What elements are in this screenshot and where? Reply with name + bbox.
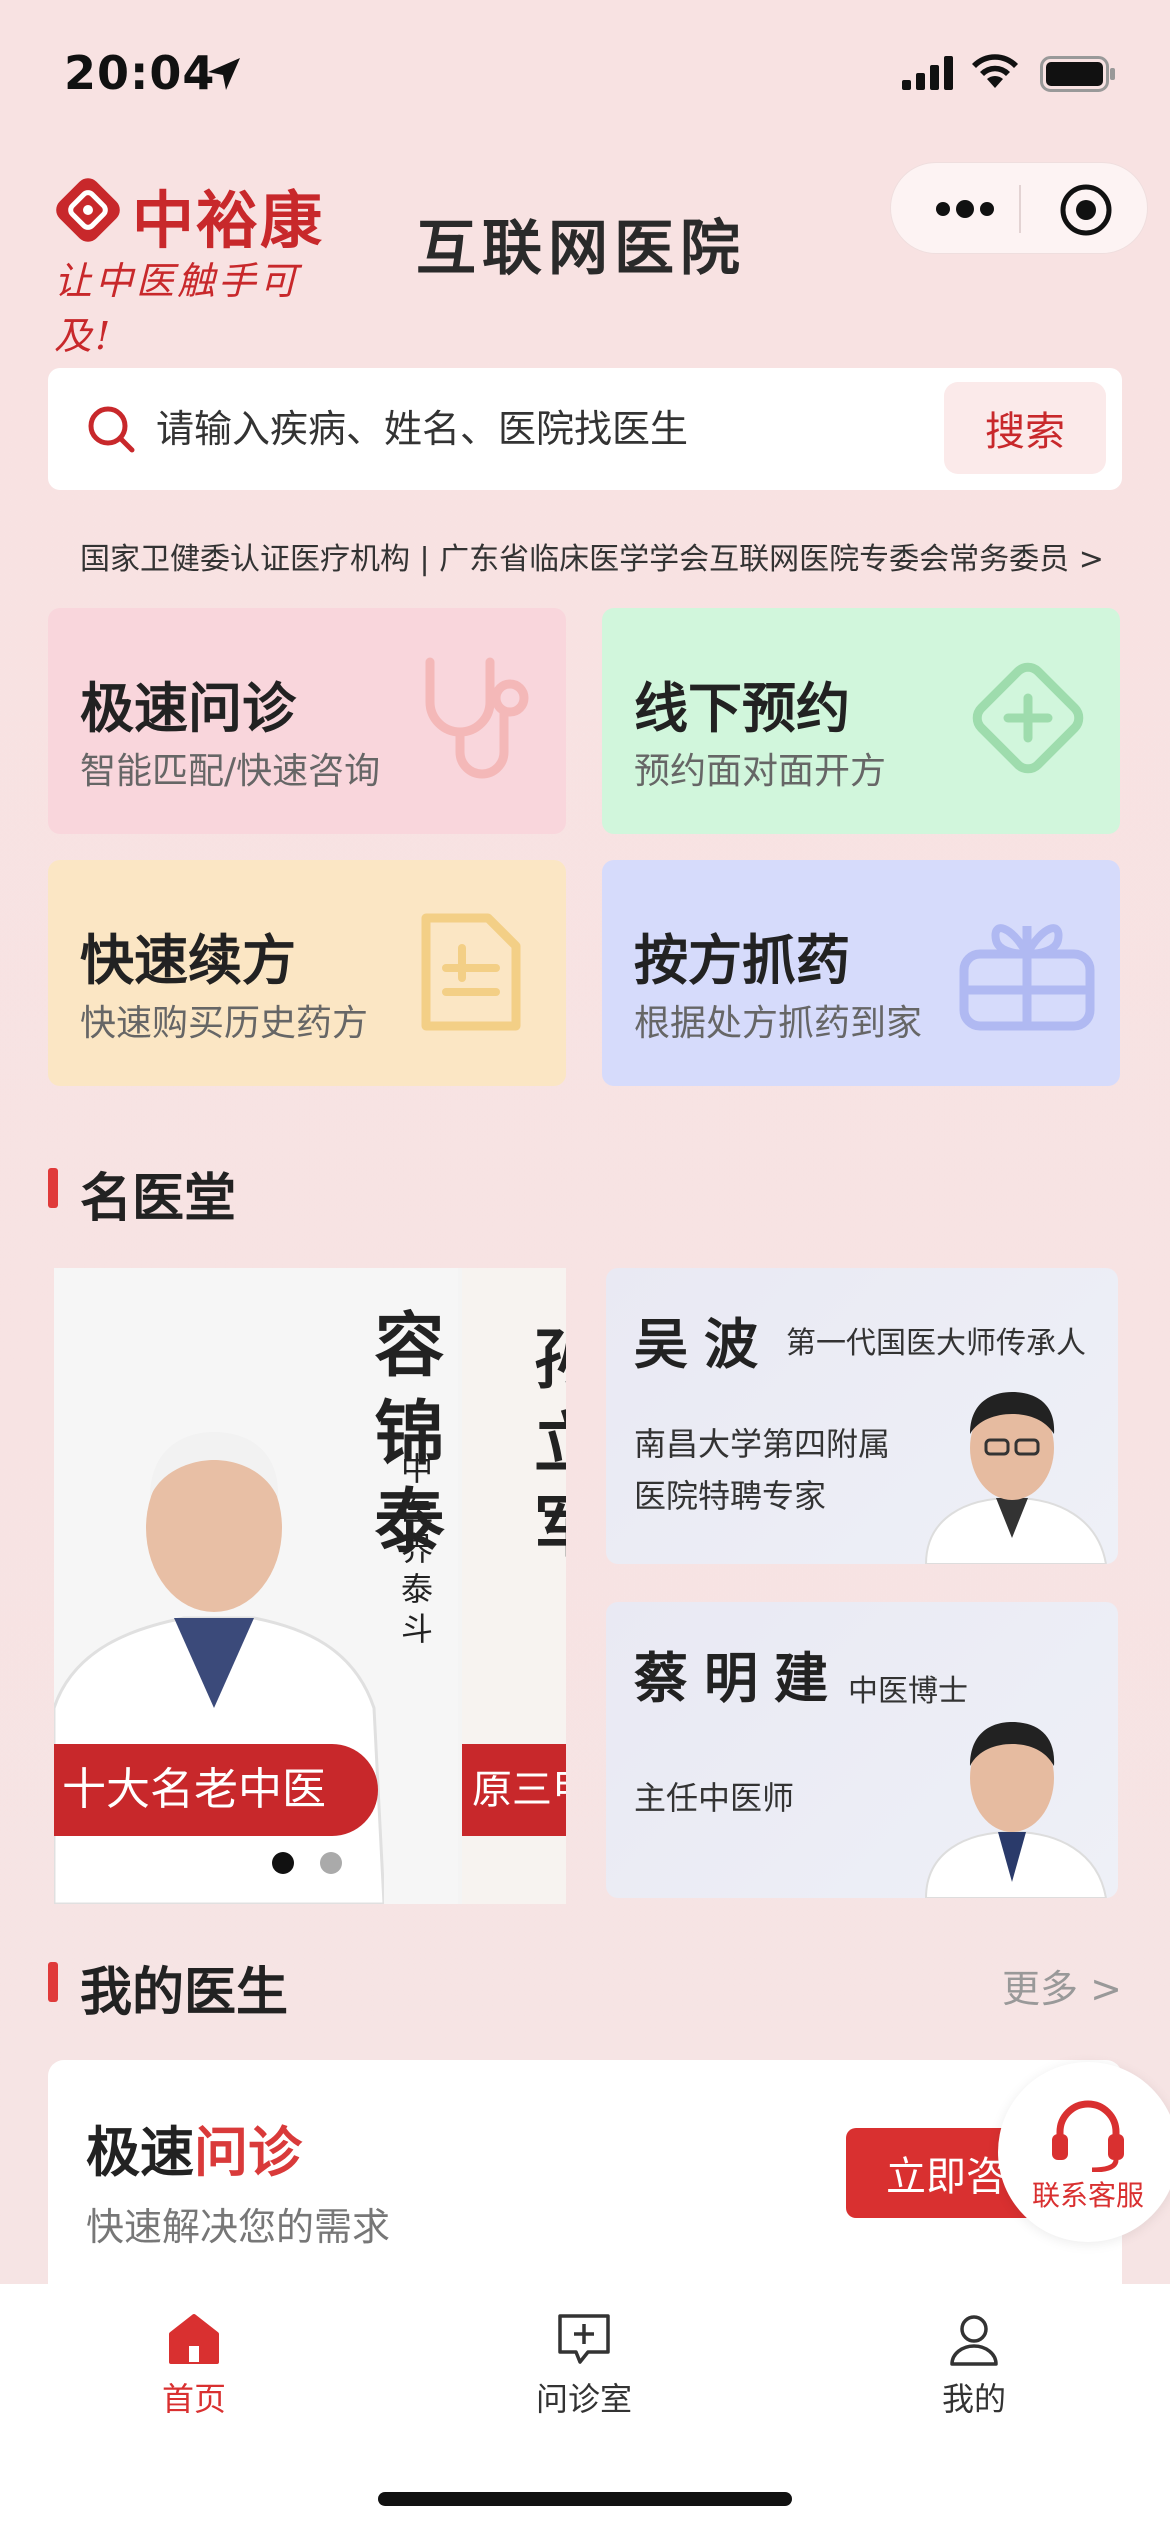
tab-label: 首页 bbox=[161, 2380, 226, 2418]
brand-logo: 中裕康 让中医触手可及! bbox=[52, 170, 352, 358]
doctor-portrait bbox=[924, 1392, 1108, 1564]
doctor-desc-line: 医院特聘专家 bbox=[634, 1477, 827, 1515]
status-time: 20:04 bbox=[64, 46, 216, 100]
doctor-desc-line: 南昌大学第四附属 bbox=[634, 1425, 891, 1463]
close-miniprogram-icon[interactable] bbox=[1059, 183, 1113, 237]
quick-consult-subtitle: 快速解决您的需求 bbox=[86, 2205, 391, 2249]
tab-label: 我的 bbox=[941, 2380, 1006, 2418]
logo-slogan: 让中医触手可及! bbox=[54, 259, 301, 358]
customer-service-button[interactable]: 联系客服 bbox=[998, 2062, 1170, 2242]
quick-consult-title-b: 问诊 bbox=[194, 2121, 302, 2184]
carousel-slide[interactable]: 容锦泰 中医界泰斗 十大名老中医 bbox=[54, 1268, 458, 1904]
service-subtitle: 根据处方抓药到家 bbox=[634, 1003, 923, 1044]
carousel-dot-active[interactable] bbox=[272, 1852, 294, 1874]
service-title: 快速续方 bbox=[80, 929, 296, 992]
service-card-prescription-fill[interactable]: 按方抓药 根据处方抓药到家 bbox=[602, 860, 1120, 1086]
tab-home[interactable]: 首页 bbox=[94, 2312, 294, 2442]
banner-doctor-subtitle: 中医界泰斗 bbox=[396, 1452, 434, 1652]
service-subtitle: 预约面对面开方 bbox=[634, 751, 887, 792]
doctor-name: 蔡明建 bbox=[634, 1646, 844, 1710]
famous-doctor-carousel[interactable]: 容锦泰 中医界泰斗 十大名老中医 孙立军 原三甲 bbox=[54, 1268, 566, 1904]
more-dots-icon[interactable] bbox=[925, 191, 1005, 227]
doctor-portrait bbox=[924, 1722, 1108, 1898]
logo-mark-icon bbox=[56, 178, 120, 242]
my-doctor-more-link[interactable]: 更多 > bbox=[1002, 1958, 1122, 2013]
capsule-divider bbox=[1019, 185, 1021, 233]
cellular-signal-icon bbox=[902, 56, 953, 90]
doctor-desc-line: 主任中医师 bbox=[634, 1779, 795, 1817]
user-icon bbox=[950, 2315, 998, 2366]
carousel-dot[interactable] bbox=[320, 1852, 342, 1874]
quick-consult-title-a: 极速 bbox=[86, 2121, 194, 2184]
quick-consult-card[interactable]: 极速问诊 快速解决您的需求 立即咨 bbox=[48, 2060, 1122, 2300]
carousel-slide[interactable]: 孙立军 原三甲 bbox=[462, 1268, 566, 1904]
service-card-offline-appointment[interactable]: 线下预约 预约面对面开方 bbox=[602, 608, 1120, 834]
banner-doctor-name: 孙立军 bbox=[523, 1324, 566, 1576]
wifi-icon bbox=[972, 54, 1018, 88]
gift-icon bbox=[959, 924, 1095, 1031]
search-button[interactable]: 搜索 bbox=[944, 382, 1106, 474]
tab-consult-room[interactable]: 问诊室 bbox=[484, 2312, 684, 2442]
famous-doctors-title: 名医堂 bbox=[80, 1169, 237, 1229]
quick-consult-title: 极速问诊 bbox=[86, 2108, 302, 2187]
document-icon bbox=[421, 913, 521, 1031]
doctor-card[interactable]: 吴波 第一代国医大师传承人 南昌大学第四附属 医院特聘专家 bbox=[606, 1268, 1118, 1564]
service-title: 极速问诊 bbox=[80, 677, 296, 740]
home-indicator bbox=[378, 2492, 792, 2506]
doctor-name: 吴波 bbox=[634, 1312, 774, 1376]
service-title: 按方抓药 bbox=[634, 929, 850, 992]
my-doctor-title: 我的医生 bbox=[80, 1963, 289, 2023]
consult-room-icon bbox=[558, 2314, 610, 2364]
service-subtitle: 智能匹配/快速咨询 bbox=[80, 751, 381, 792]
logo-name: 中裕康 bbox=[132, 184, 325, 257]
status-bar: 20:04 bbox=[0, 0, 1170, 140]
service-title: 线下预约 bbox=[634, 677, 850, 740]
service-card-fast-consult[interactable]: 极速问诊 智能匹配/快速咨询 bbox=[48, 608, 566, 834]
home-icon bbox=[169, 2314, 219, 2364]
hospital-title: 互联网医院 bbox=[416, 214, 746, 284]
service-subtitle: 快速购买历史药方 bbox=[80, 1003, 369, 1044]
location-arrow-icon bbox=[208, 58, 240, 90]
search-icon bbox=[88, 406, 135, 453]
miniprogram-capsule bbox=[890, 162, 1148, 254]
battery-icon bbox=[1040, 56, 1115, 92]
section-marker bbox=[48, 1962, 58, 2002]
section-marker bbox=[48, 1168, 58, 1208]
doctor-tag: 第一代国医大师传承人 bbox=[786, 1326, 1086, 1361]
doctor-card[interactable]: 蔡明建 中医博士 主任中医师 bbox=[606, 1602, 1118, 1898]
customer-service-label: 联系客服 bbox=[1031, 2179, 1144, 2212]
search-input[interactable] bbox=[156, 392, 956, 466]
banner-tag: 原三甲 bbox=[462, 1744, 566, 1836]
doctor-description: 主任中医师 bbox=[634, 1772, 794, 1824]
bottom-tab-bar: 首页 问诊室 我的 bbox=[0, 2284, 1170, 2532]
tab-profile[interactable]: 我的 bbox=[874, 2312, 1074, 2442]
certification-notice[interactable]: 国家卫健委认证医疗机构 | 广东省临床医学学会互联网医院专委会常务委员 > bbox=[80, 534, 1104, 578]
service-card-quick-refill[interactable]: 快速续方 快速购买历史药方 bbox=[48, 860, 566, 1086]
doctor-description: 南昌大学第四附属 医院特聘专家 bbox=[634, 1418, 890, 1522]
banner-tag: 十大名老中医 bbox=[54, 1744, 378, 1836]
plus-diamond-icon bbox=[972, 662, 1084, 774]
search-bar: 搜索 bbox=[48, 368, 1122, 490]
tab-label: 问诊室 bbox=[535, 2380, 632, 2418]
headset-icon bbox=[1052, 2100, 1124, 2172]
stethoscope-icon bbox=[425, 657, 529, 779]
